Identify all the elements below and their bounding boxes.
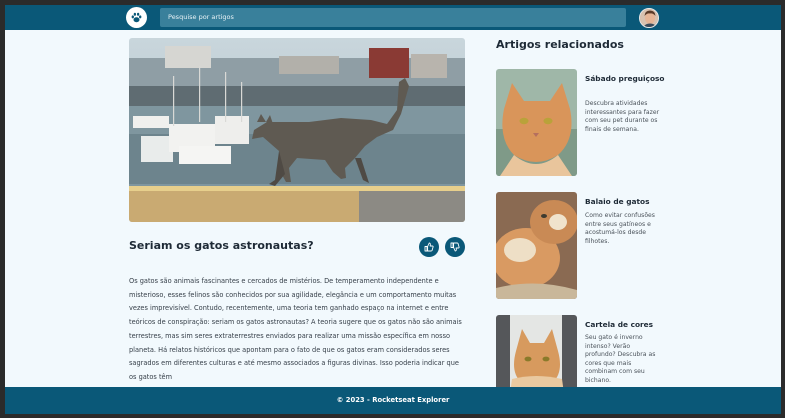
card-image — [496, 69, 577, 176]
thumbs-down-icon[interactable] — [445, 237, 465, 257]
card-image — [496, 192, 577, 299]
card-description: Seu gato é inverno intenso? Verão profun… — [585, 334, 656, 384]
card-title: Cartela de cores — [585, 320, 654, 329]
related-articles-title: Artigos relacionados — [496, 38, 624, 51]
card-title: Balaio de gatos — [585, 197, 650, 206]
article-hero-image — [129, 38, 465, 222]
article-body: Os gatos são animais fascinantes e cerca… — [129, 277, 462, 381]
article-title: Seriam os gatos astronautas? — [129, 239, 314, 252]
related-article-card[interactable]: Sábado preguiçoso Descubra atividades in… — [496, 69, 736, 177]
card-title: Sábado preguiçoso — [585, 74, 665, 83]
card-description: Como evitar confusões entre seus gatíneo… — [585, 212, 655, 245]
search-input[interactable]: Pesquise por artigos — [160, 8, 626, 27]
top-navbar: Pesquise por artigos — [5, 5, 781, 30]
related-article-card[interactable]: Balaio de gatos Como evitar confusões en… — [496, 192, 736, 300]
footer: © 2023 - Rocketseat Explorer — [5, 387, 781, 414]
user-avatar[interactable] — [639, 8, 659, 28]
paw-icon[interactable] — [126, 7, 147, 28]
app-window: Pesquise por artigos Seriam os gatos ast… — [5, 5, 781, 414]
thumbs-up-icon[interactable] — [419, 237, 439, 257]
card-description: Descubra atividades interessantes para f… — [585, 100, 660, 133]
